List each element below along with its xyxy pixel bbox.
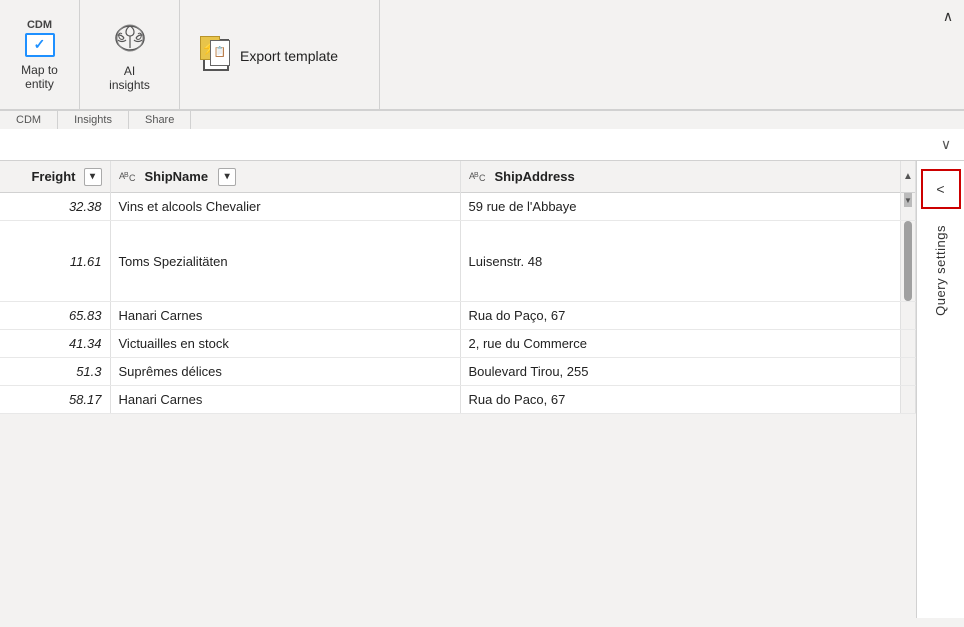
cell-shipname-3: Hanari Carnes [110, 302, 460, 330]
svg-text:C: C [129, 173, 136, 183]
export-doc-icon: ⚡ 📋 [200, 36, 232, 74]
toolbar: CDM ✓ Map to entity [0, 0, 964, 110]
top-collapse-area: ∧ [932, 0, 964, 109]
scrollbar-thumb[interactable] [904, 221, 912, 301]
cell-freight-2: 11.61 [0, 221, 110, 302]
cell-shipaddress-3: Rua do Paço, 67 [460, 302, 901, 330]
table-row: 58.17 Hanari Carnes Rua do Paco, 67 [0, 386, 916, 414]
freight-filter-button[interactable]: ▾ [84, 168, 102, 186]
search-row: ∨ [0, 129, 964, 161]
insights-section[interactable]: AI insights [80, 0, 180, 109]
cdm-section: CDM ✓ Map to entity [0, 0, 80, 109]
data-table: Freight ▾ A B C [0, 161, 916, 414]
col-header-shipname: A B C ShipName ▾ [110, 161, 460, 193]
table-row: 51.3 Suprêmes délices Boulevard Tirou, 2… [0, 358, 916, 386]
table-area: Freight ▾ A B C [0, 161, 916, 618]
search-input[interactable] [4, 133, 932, 156]
main-content: Freight ▾ A B C [0, 161, 964, 618]
table-body: 32.38 Vins et alcools Chevalier 59 rue d… [0, 193, 916, 414]
section-labels-bar: CDM Insights Share [0, 110, 964, 129]
cdm-checkbox-icon: ✓ [25, 33, 55, 57]
scrollbar-header: ▲ [901, 161, 916, 193]
cell-shipaddress-4: 2, rue du Commerce [460, 330, 901, 358]
cell-shipaddress-1: 59 rue de l'Abbaye [460, 193, 901, 221]
cell-freight-5: 51.3 [0, 358, 110, 386]
cell-shipaddress-2: Luisenstr. 48 [460, 221, 901, 302]
shipname-filter-button[interactable]: ▾ [218, 168, 236, 186]
cell-shipname-5: Suprêmes délices [110, 358, 460, 386]
scrollbar-cell-5 [901, 358, 916, 386]
cell-freight-6: 58.17 [0, 386, 110, 414]
scrollbar-cell-1: ▼ [901, 193, 916, 221]
scroll-down-indicator: ▼ [904, 193, 912, 207]
cell-shipname-2: Toms Spezialitäten [110, 221, 460, 302]
cdm-text-label: CDM [27, 19, 52, 31]
table-row: 65.83 Hanari Carnes Rua do Paço, 67 [0, 302, 916, 330]
cdm-label: Map to entity [21, 63, 58, 91]
table-row: 11.61 Toms Spezialitäten Luisenstr. 48 [0, 221, 916, 302]
table-row: 41.34 Victuailles en stock 2, rue du Com… [0, 330, 916, 358]
query-settings-label: Query settings [933, 225, 948, 316]
table-row: 32.38 Vins et alcools Chevalier 59 rue d… [0, 193, 916, 221]
scrollbar-cell-6 [901, 386, 916, 414]
brain-icon [110, 18, 150, 58]
shipaddress-type-icon: A B C [469, 167, 489, 186]
export-template-label: Export template [240, 48, 338, 64]
search-chevron-icon[interactable]: ∨ [932, 131, 960, 159]
col-header-shipaddress: A B C ShipAddress [460, 161, 901, 193]
insights-footer-label: Insights [58, 111, 129, 129]
scrollbar-cell-4 [901, 330, 916, 358]
export-icon-area: ⚡ 📋 Export template [200, 36, 338, 74]
cell-shipname-6: Hanari Carnes [110, 386, 460, 414]
cell-freight-1: 32.38 [0, 193, 110, 221]
cell-freight-4: 41.34 [0, 330, 110, 358]
collapse-toolbar-button[interactable]: ∧ [936, 4, 960, 28]
cdm-footer-label: CDM [0, 111, 58, 129]
cdm-icon-area: CDM ✓ Map to entity [21, 19, 58, 91]
svg-text:C: C [479, 173, 486, 183]
cell-shipname-4: Victuailles en stock [110, 330, 460, 358]
query-settings-panel: < Query settings [916, 161, 964, 618]
query-settings-collapse-button[interactable]: < [921, 169, 961, 209]
shipname-type-icon: A B C [119, 167, 139, 186]
share-footer-label: Share [129, 111, 191, 129]
cell-shipname-1: Vins et alcools Chevalier [110, 193, 460, 221]
cell-freight-3: 65.83 [0, 302, 110, 330]
cell-shipaddress-5: Boulevard Tirou, 255 [460, 358, 901, 386]
insights-icon-area: AI insights [109, 18, 150, 92]
scroll-up-button[interactable]: ▲ [901, 170, 915, 184]
scrollbar-cell-3 [901, 302, 916, 330]
share-section[interactable]: ⚡ 📋 Export template [180, 0, 380, 109]
scrollbar-cell-2 [901, 221, 916, 302]
col-header-freight: Freight ▾ [0, 161, 110, 193]
cell-shipaddress-6: Rua do Paco, 67 [460, 386, 901, 414]
ai-insights-label: AI insights [109, 64, 150, 92]
table-header-row: Freight ▾ A B C [0, 161, 916, 193]
